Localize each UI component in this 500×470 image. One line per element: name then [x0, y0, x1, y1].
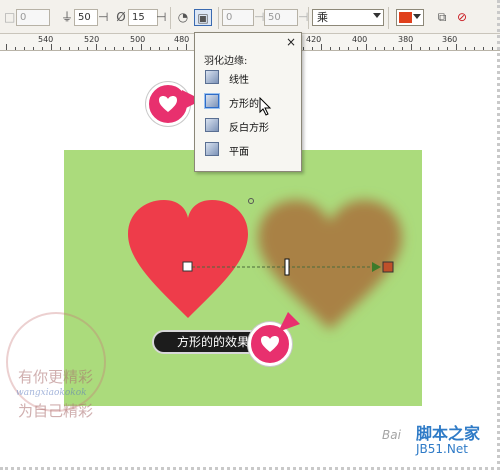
menu-item-label: 方形的: [229, 99, 259, 110]
menu-item-label: 反白方形: [229, 123, 269, 134]
baidu-watermark: Bai: [382, 428, 401, 442]
inverse-squared-icon: [205, 118, 219, 132]
menu-item-linear[interactable]: 线性: [201, 67, 296, 89]
close-icon[interactable]: ×: [286, 35, 296, 49]
menu-item-flat[interactable]: 平面: [201, 139, 296, 161]
badge-pointer: [278, 312, 300, 332]
linear-icon: [205, 70, 219, 84]
menu-item-squared[interactable]: 方形的: [201, 91, 296, 113]
shadow-end-handle: [382, 261, 394, 273]
heart-shape: [128, 200, 248, 318]
watermark-line2: wangxiaokokok: [16, 388, 87, 398]
heart-shadow: [258, 200, 402, 330]
menu-item-label: 线性: [229, 75, 249, 86]
watermark-line1: 有你更精彩: [18, 368, 94, 386]
menu-title: 羽化边缘:: [204, 56, 248, 67]
squared-icon: [205, 94, 219, 108]
menu-item-label: 平面: [229, 147, 249, 158]
heart-icon: [159, 96, 177, 112]
mouse-pointer-icon: [259, 97, 272, 116]
shadow-start-handle: [182, 261, 193, 272]
opacity-slider-handle: [284, 258, 290, 276]
watermark-line3: 为自己精彩: [18, 402, 94, 420]
site-url-text: JB51.Net: [416, 442, 468, 456]
site-logo-text: 脚本之家: [416, 424, 481, 443]
flat-icon: [205, 142, 219, 156]
feather-edge-menu: × 羽化边缘: 线性 方形的 反白方形 平面: [194, 32, 302, 172]
heart-icon: [261, 336, 279, 352]
menu-item-inverse-squared[interactable]: 反白方形: [201, 115, 296, 137]
